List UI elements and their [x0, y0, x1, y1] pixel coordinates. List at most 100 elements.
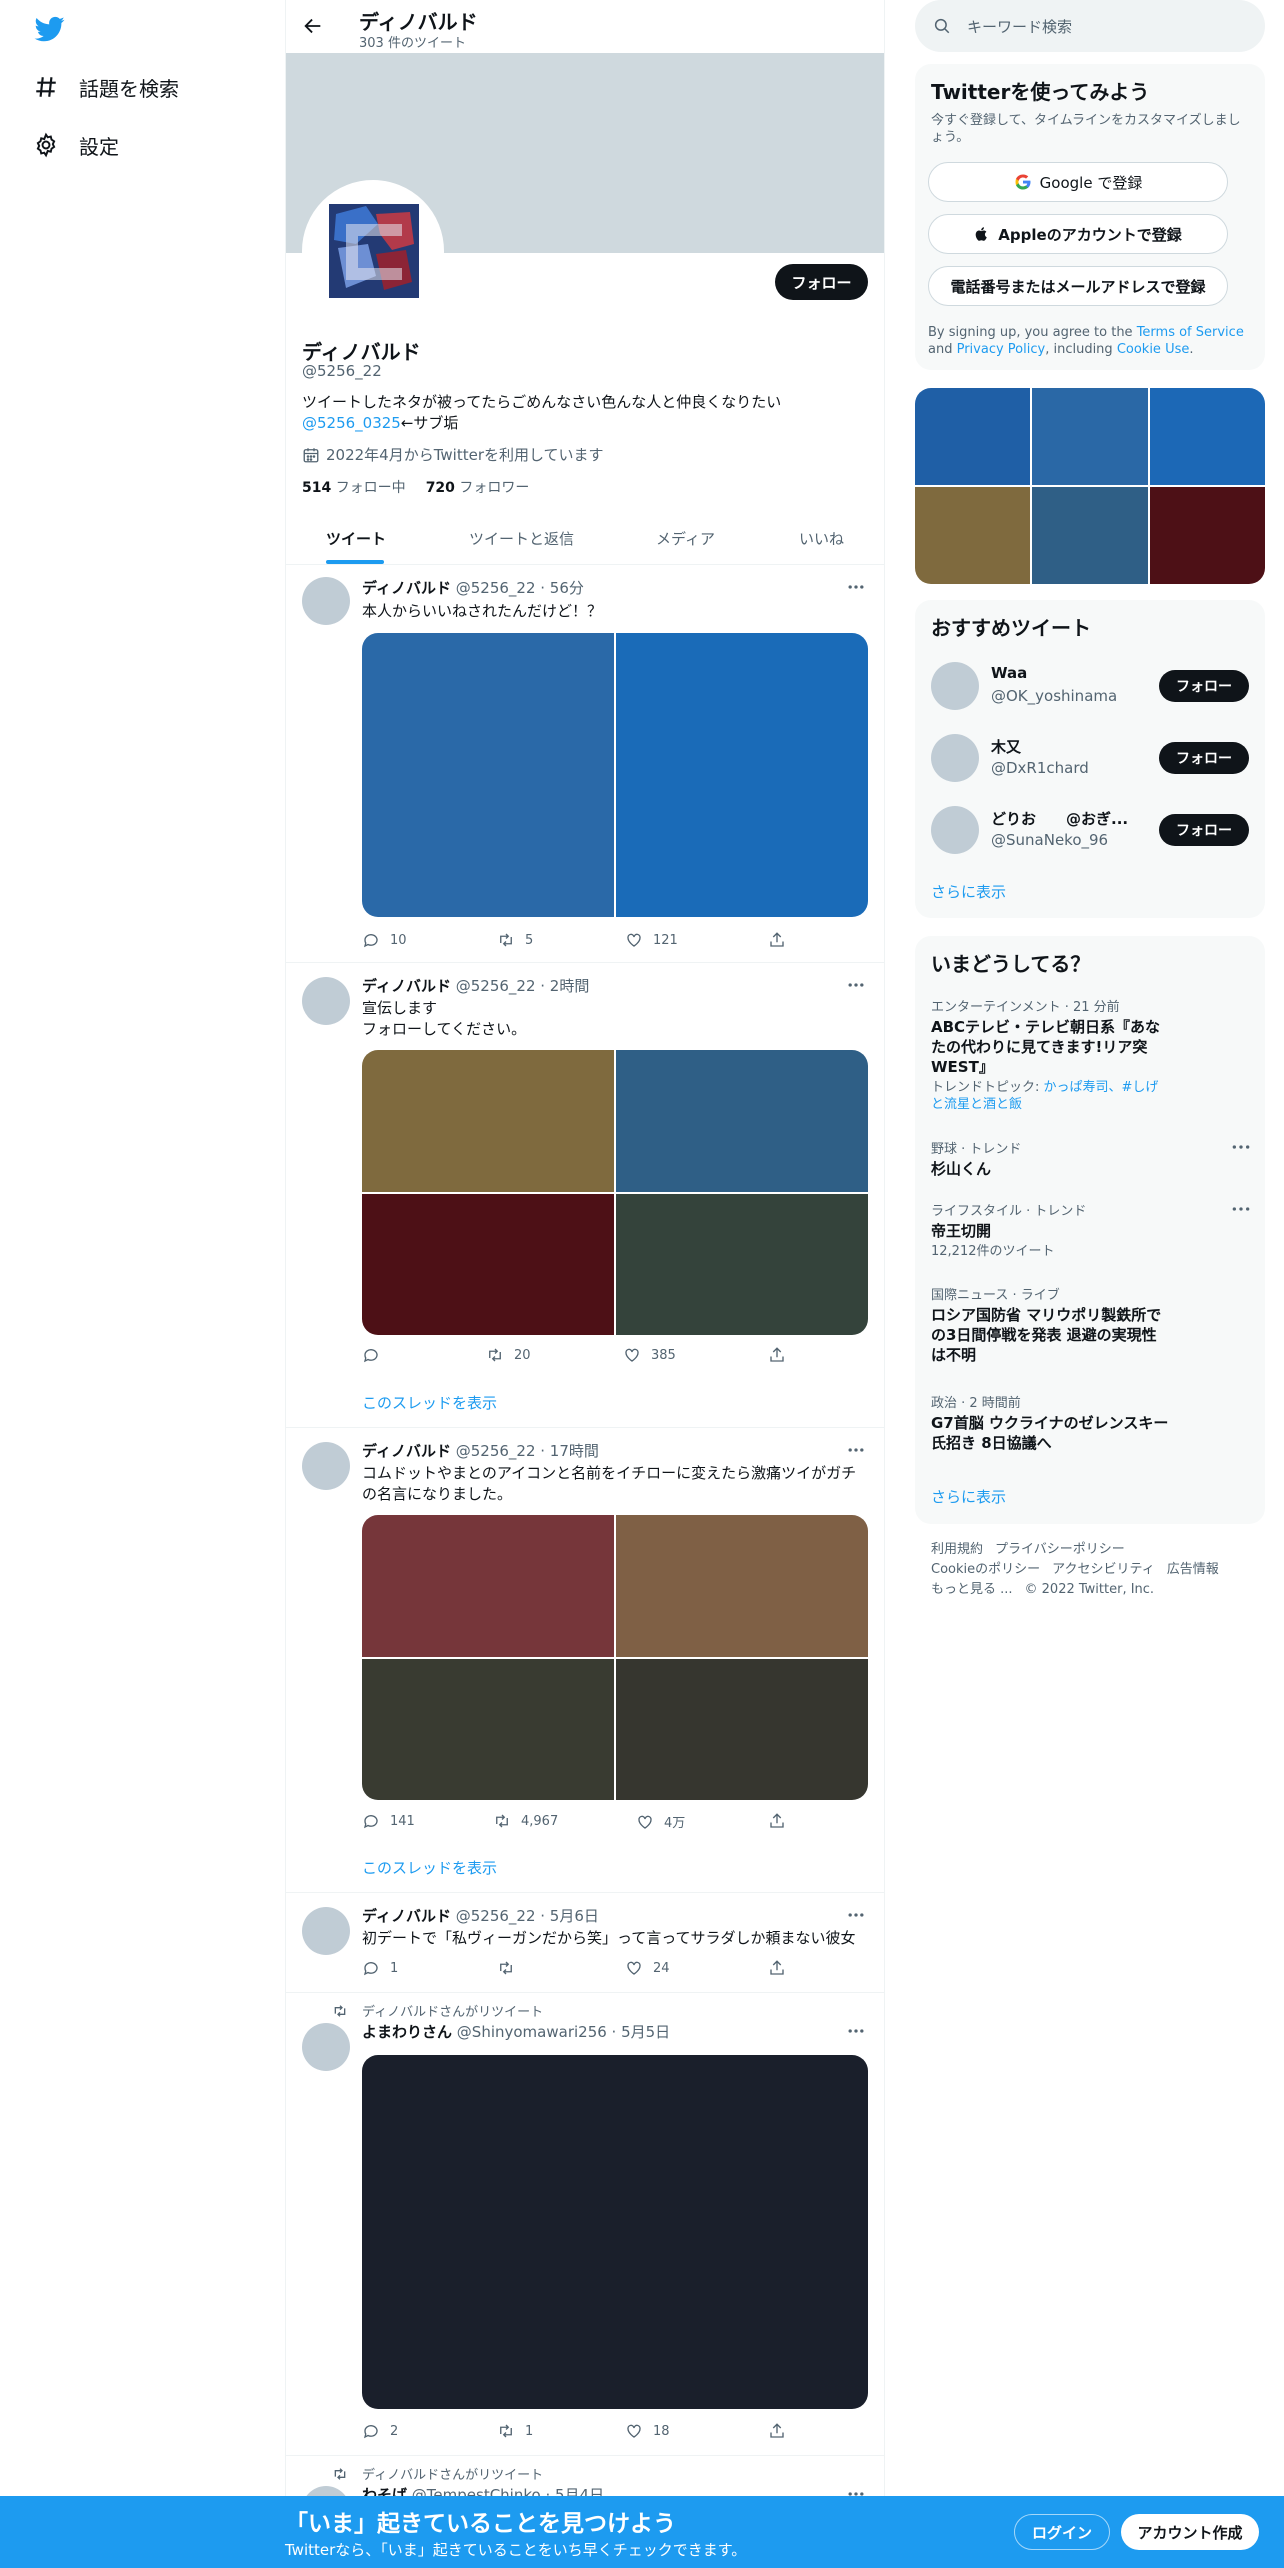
more-options-icon[interactable] — [846, 1905, 866, 1925]
share-button[interactable] — [768, 1812, 786, 1830]
media-photo[interactable] — [616, 1050, 868, 1192]
tweet-avatar[interactable] — [302, 977, 350, 1025]
tweet[interactable]: ディノバルド @5256_22 · 2時間 宣伝します フォローしてください。 2… — [286, 963, 884, 1428]
avatar[interactable] — [931, 662, 979, 710]
media-photo[interactable] — [616, 1193, 868, 1335]
share-button[interactable] — [768, 1346, 786, 1364]
media-photo[interactable] — [362, 1658, 614, 1800]
tweet-media[interactable] — [362, 633, 868, 917]
like-button[interactable]: 18 — [625, 2422, 670, 2440]
retweet-button[interactable]: 4,967 — [493, 1812, 558, 1830]
footer-link-cookie[interactable]: Cookieのポリシー — [931, 1562, 1040, 1577]
like-button[interactable]: 121 — [625, 931, 678, 949]
show-more-link[interactable]: さらに表示 — [931, 881, 1006, 902]
media-photo[interactable] — [362, 1193, 614, 1335]
followers-link[interactable]: 720 フォロワー — [426, 477, 530, 497]
footer-link-more[interactable]: もっと見る ... — [931, 1582, 1013, 1597]
grid-photo[interactable] — [1149, 388, 1265, 485]
tweet[interactable]: ディノバルド @5256_22 · 5月6日 初デートで「私ヴィーガンだから笑」… — [286, 1893, 884, 1993]
tweet-author-name[interactable]: よまわりさん — [362, 2023, 452, 2041]
tab-tweets[interactable]: ツイート — [326, 512, 386, 565]
terms-of-service-link[interactable]: Terms of Service — [1137, 325, 1244, 340]
reply-button[interactable]: 141 — [362, 1812, 415, 1830]
more-options-icon[interactable] — [1231, 1142, 1251, 1152]
more-options-icon[interactable] — [846, 577, 866, 597]
media-photo[interactable] — [362, 1050, 614, 1192]
more-options-icon[interactable] — [846, 975, 866, 995]
login-button[interactable]: ログイン — [1014, 2514, 1110, 2550]
grid-photo[interactable] — [1032, 388, 1148, 485]
nav-settings[interactable]: 設定 — [33, 125, 119, 165]
footer-link-terms[interactable]: 利用規約 — [931, 1542, 983, 1557]
tweet-avatar[interactable] — [302, 577, 350, 625]
google-signup-button[interactable]: Google で登録 — [928, 162, 1228, 202]
more-options-icon[interactable] — [846, 2021, 866, 2041]
reply-button[interactable]: 2 — [362, 2422, 398, 2440]
reply-button[interactable]: 1 — [362, 1959, 398, 1977]
media-photo[interactable] — [616, 1515, 868, 1657]
tweet-media[interactable] — [362, 1515, 868, 1800]
follow-button[interactable]: フォロー — [1159, 742, 1249, 774]
retweet-button[interactable]: 5 — [497, 931, 533, 949]
tweet-avatar[interactable] — [302, 1907, 350, 1955]
following-link[interactable]: 514 フォロー中 — [302, 477, 406, 497]
profile-follow-button[interactable]: フォロー — [775, 264, 868, 300]
retweet-button[interactable]: 1 — [497, 2422, 533, 2440]
trend-item[interactable]: 野球 · トレンド 杉山くん — [931, 1138, 1251, 1179]
tweet-author-name[interactable]: ディノバルド — [362, 579, 451, 597]
tweet[interactable]: ディノバルドさんがリツイート よまわりさん @Shinyomawari256 ·… — [286, 1993, 884, 2456]
tab-media[interactable]: メディア — [656, 512, 715, 565]
tweet-author-name[interactable]: ディノバルド — [362, 1907, 451, 1925]
avatar[interactable] — [931, 806, 979, 854]
more-options-icon[interactable] — [846, 1440, 866, 1460]
footer-link-accessibility[interactable]: アクセシビリティ — [1052, 1562, 1155, 1577]
show-thread-link[interactable]: このスレッドを表示 — [362, 1392, 497, 1413]
media-photo[interactable] — [616, 1658, 868, 1800]
reply-button[interactable] — [362, 1346, 390, 1364]
trend-item[interactable]: ライフスタイル · トレンド 帝王切開 12,212件のツイート — [931, 1200, 1251, 1260]
retweet-button[interactable] — [497, 1959, 525, 1977]
trend-item[interactable]: 政治 · 2 時間前 G7首脳 ウクライナのゼレンスキー氏招き 8日協議へ — [931, 1392, 1251, 1453]
media-photo[interactable] — [362, 1515, 614, 1657]
privacy-policy-link[interactable]: Privacy Policy — [957, 342, 1046, 357]
twitter-logo-icon[interactable] — [33, 14, 67, 44]
bio-mention-link[interactable]: @5256_0325 — [302, 414, 401, 432]
phone-email-signup-button[interactable]: 電話番号またはメールアドレスで登録 — [928, 266, 1228, 306]
footer-link-ads[interactable]: 広告情報 — [1167, 1562, 1219, 1577]
cookie-use-link[interactable]: Cookie Use — [1117, 342, 1190, 357]
nav-explore[interactable]: 話題を検索 — [33, 67, 179, 107]
share-button[interactable] — [768, 2422, 786, 2440]
media-photo[interactable] — [616, 633, 868, 917]
tweet[interactable]: ディノバルド @5256_22 · 17時間 コムドットやまとのアイコンと名前を… — [286, 1428, 884, 1893]
share-button[interactable] — [768, 1959, 786, 1977]
retweeted-by-text[interactable]: ディノバルドさんがリツイート — [362, 2464, 543, 2483]
reply-button[interactable]: 10 — [362, 931, 407, 949]
back-arrow-icon[interactable] — [302, 15, 324, 37]
recommended-user[interactable]: 木又 @DxR1chard フォロー — [931, 734, 1251, 782]
tweet-media[interactable] — [362, 2055, 868, 2409]
retweeted-by-text[interactable]: ディノバルドさんがリツイート — [362, 2001, 543, 2020]
footer-link-privacy[interactable]: プライバシーポリシー — [995, 1542, 1125, 1557]
show-more-link[interactable]: さらに表示 — [931, 1486, 1006, 1507]
grid-photo[interactable] — [915, 388, 1031, 485]
signup-button[interactable]: アカウント作成 — [1121, 2514, 1259, 2550]
like-button[interactable]: 4万 — [636, 1812, 685, 1831]
like-button[interactable]: 24 — [625, 1959, 670, 1977]
tweet-media[interactable] — [362, 1050, 868, 1335]
recommended-user[interactable]: どりお @おぎ... @SunaNeko_96 フォロー — [931, 806, 1251, 854]
avatar[interactable] — [931, 734, 979, 782]
show-thread-link[interactable]: このスレッドを表示 — [362, 1857, 497, 1878]
tweet[interactable]: ディノバルド @5256_22 · 56分 本人からいいねされたんだけど！？ 1… — [286, 565, 884, 963]
more-options-icon[interactable] — [1231, 1204, 1251, 1214]
follow-button[interactable]: フォロー — [1159, 670, 1249, 702]
tweet-avatar[interactable] — [302, 1442, 350, 1490]
tab-tweets-and-replies[interactable]: ツイートと返信 — [469, 512, 574, 565]
retweet-button[interactable]: 20 — [486, 1346, 531, 1364]
share-button[interactable] — [768, 931, 786, 949]
media-photo[interactable] — [362, 2055, 868, 2409]
tweet-author-name[interactable]: ディノバルド — [362, 977, 451, 995]
tweet-avatar[interactable] — [302, 2023, 350, 2071]
profile-avatar[interactable] — [302, 180, 444, 322]
grid-photo[interactable] — [1032, 487, 1148, 584]
grid-photo[interactable] — [1149, 487, 1265, 584]
